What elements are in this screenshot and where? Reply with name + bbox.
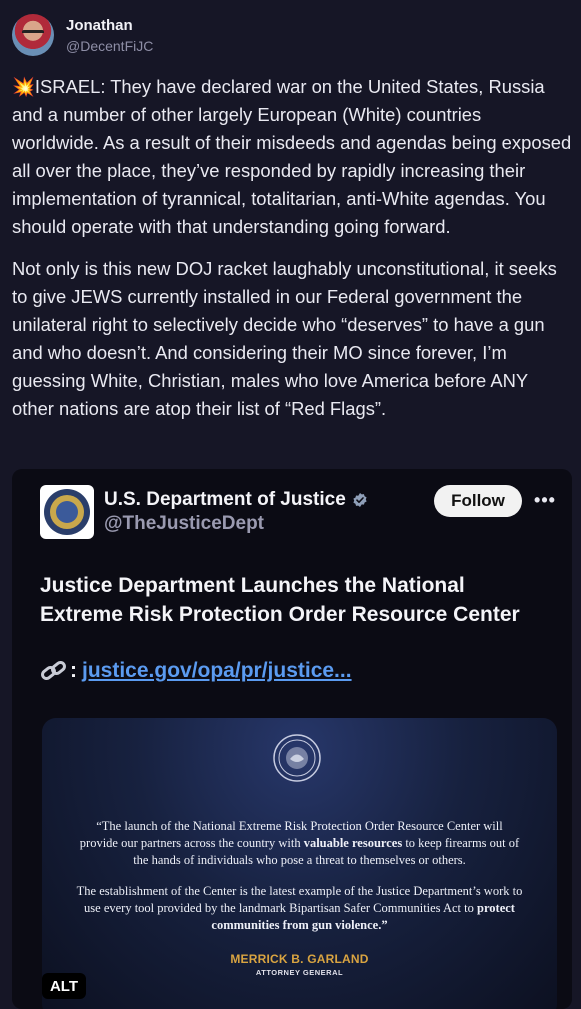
doj-seal-icon [44, 489, 90, 535]
post-paragraph: Not only is this new DOJ racket laughabl… [12, 258, 557, 419]
quote-paragraph: The establishment of the Center is the l… [76, 884, 523, 932]
embed-author-name[interactable]: U.S. Department of Justice [104, 489, 346, 511]
quote-paragraph: “The launch of the National Extreme Risk… [79, 819, 520, 867]
author-display-name[interactable]: Jonathan [66, 16, 153, 36]
follow-button[interactable]: Follow [434, 485, 522, 517]
embed-link-row: : justice.gov/opa/pr/justice... [40, 659, 352, 683]
doj-seal-icon [273, 734, 321, 782]
post-header: Jonathan @DecentFiJC [12, 14, 153, 56]
post-paragraph: 💥ISRAEL: They have declared war on the U… [12, 76, 572, 237]
verified-badge-icon [353, 493, 367, 507]
embed-author-handle[interactable]: @TheJusticeDept [104, 513, 264, 535]
alt-text-badge[interactable]: ALT [42, 973, 86, 999]
quoted-post[interactable]: U.S. Department of Justice @TheJusticeDe… [12, 469, 572, 1009]
embed-title: Justice Department Launches the National… [40, 574, 520, 626]
more-options-icon[interactable]: ••• [534, 485, 556, 515]
link-icon [41, 660, 66, 681]
press-release-image[interactable]: “The launch of the National Extreme Risk… [42, 718, 557, 1009]
avatar[interactable] [12, 14, 54, 56]
signer-title: ATTORNEY GENERAL [255, 968, 344, 977]
link-separator: : [70, 659, 77, 682]
article-link[interactable]: justice.gov/opa/pr/justice... [82, 659, 352, 683]
doj-avatar[interactable] [40, 485, 94, 539]
press-quote: “The launch of the National Extreme Risk… [76, 818, 523, 934]
embed-author-row: U.S. Department of Justice [104, 489, 368, 511]
post-body: 💥ISRAEL: They have declared war on the U… [12, 73, 572, 423]
author-names: Jonathan @DecentFiJC [66, 16, 153, 56]
author-handle[interactable]: @DecentFiJC [66, 36, 153, 56]
signer-name: MERRICK B. GARLAND [230, 952, 369, 966]
